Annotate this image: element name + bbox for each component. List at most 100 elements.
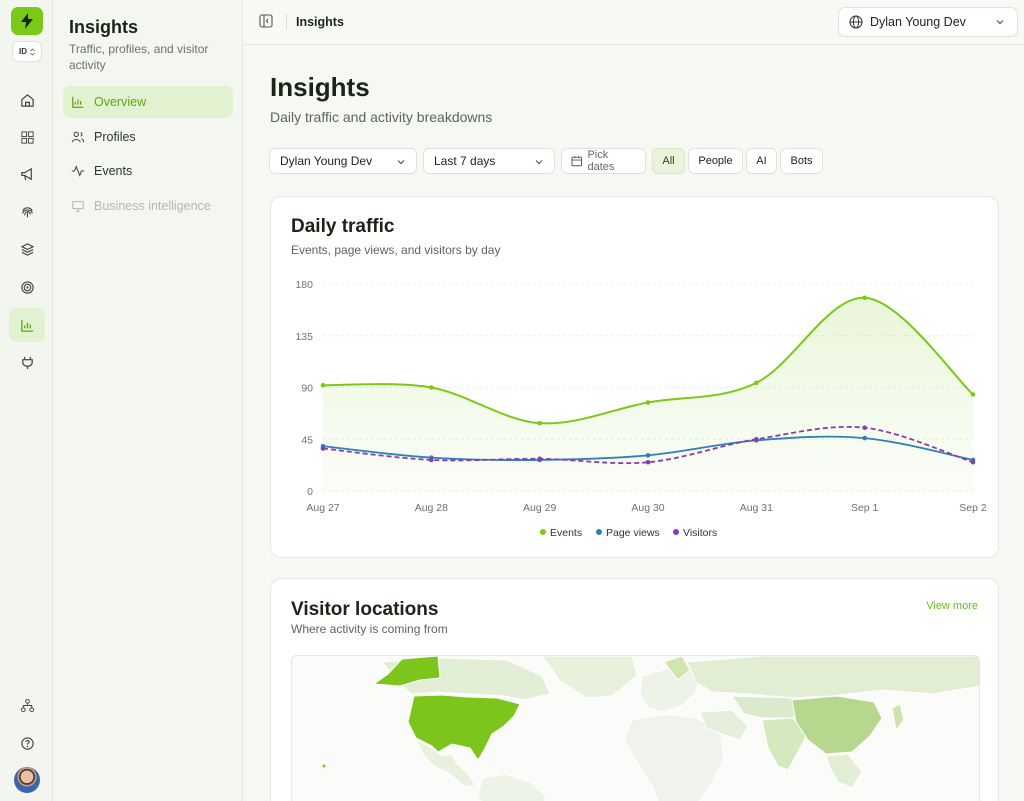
sidebar-item-label: Profiles bbox=[94, 130, 136, 144]
rail-layers[interactable] bbox=[9, 232, 45, 266]
sidebar-toggle-icon[interactable] bbox=[259, 14, 273, 28]
y-tick-label: 45 bbox=[301, 434, 313, 446]
home-icon bbox=[20, 93, 34, 107]
workspace-badge: ID bbox=[19, 47, 27, 56]
date-range-select[interactable]: Last 7 days bbox=[423, 148, 555, 174]
sidebar-title: Insights bbox=[69, 17, 139, 37]
segment-people[interactable]: People bbox=[688, 148, 743, 174]
legend-label: Page views bbox=[606, 527, 660, 539]
rail-home[interactable] bbox=[9, 83, 45, 117]
page-subtitle: Daily traffic and activity breakdowns bbox=[270, 109, 493, 125]
date-range-value: Last 7 days bbox=[434, 154, 496, 168]
insights-sidebar: Insights Traffic, profiles, and visitor … bbox=[53, 0, 243, 801]
map-region-greenland bbox=[541, 656, 638, 699]
y-tick-label: 0 bbox=[307, 486, 313, 498]
bar-chart-icon bbox=[72, 96, 84, 108]
org-chart-icon bbox=[20, 698, 34, 712]
plug-icon bbox=[21, 356, 33, 369]
map-region-russia bbox=[686, 656, 979, 699]
legend-label: Visitors bbox=[683, 527, 717, 539]
data-point bbox=[537, 420, 542, 426]
view-more-link[interactable]: View more bbox=[926, 600, 978, 612]
sidebar-item-events[interactable]: Events bbox=[63, 155, 233, 187]
layers-icon bbox=[20, 242, 34, 256]
megaphone-icon bbox=[20, 167, 32, 180]
data-point bbox=[970, 392, 976, 397]
data-point bbox=[429, 457, 434, 463]
world-map[interactable] bbox=[291, 655, 980, 801]
user-avatar[interactable] bbox=[14, 767, 40, 793]
legend-marker bbox=[596, 529, 602, 535]
y-tick-label: 180 bbox=[295, 279, 313, 291]
sidebar-item-label: Events bbox=[94, 164, 133, 178]
monitor-icon bbox=[72, 201, 84, 212]
workspace-switcher[interactable]: ID bbox=[12, 41, 42, 62]
rail-campaigns[interactable] bbox=[9, 157, 45, 191]
activity-icon bbox=[71, 165, 85, 177]
rail-help[interactable] bbox=[9, 726, 45, 760]
data-point bbox=[645, 400, 651, 405]
pick-dates-label: Pick dates bbox=[587, 149, 615, 173]
pick-dates-button[interactable]: Pick dates bbox=[561, 148, 646, 174]
data-point bbox=[645, 459, 651, 465]
rail-dashboards[interactable] bbox=[9, 120, 45, 154]
workspace-filter[interactable]: Dylan Young Dev bbox=[269, 148, 417, 174]
segment-label: People bbox=[698, 155, 733, 167]
icon-rail: ID bbox=[0, 0, 53, 801]
chevron-down-icon bbox=[996, 20, 1004, 25]
top-bar: Insights Dylan Young Dev bbox=[243, 0, 1024, 45]
y-tick-label: 135 bbox=[295, 331, 313, 343]
workspace-selector[interactable]: Dylan Young Dev bbox=[838, 7, 1018, 37]
data-point bbox=[754, 436, 759, 442]
segment-all[interactable]: All bbox=[652, 148, 685, 174]
calendar-icon bbox=[571, 156, 582, 167]
bolt-icon[interactable] bbox=[11, 7, 43, 35]
x-tick-label: Aug 27 bbox=[306, 502, 339, 514]
data-point bbox=[645, 453, 651, 458]
grid-icon bbox=[20, 130, 34, 144]
breadcrumb: Insights bbox=[296, 15, 344, 29]
data-point bbox=[862, 425, 867, 431]
workspace-name: Dylan Young Dev bbox=[870, 15, 966, 29]
updown-icon bbox=[30, 47, 35, 56]
x-tick-label: Sep 1 bbox=[851, 502, 879, 514]
sidebar-subtitle: Traffic, profiles, and visitor activity bbox=[69, 42, 209, 72]
sidebar-item-overview[interactable]: Overview bbox=[63, 86, 233, 118]
world-map-svg bbox=[322, 656, 979, 801]
globe-icon bbox=[849, 15, 863, 29]
sidebar-item-label: Business intelligence bbox=[94, 199, 211, 213]
sidebar-item-profiles[interactable]: Profiles bbox=[63, 121, 233, 153]
sidebar-item-label: Overview bbox=[94, 95, 147, 109]
data-point bbox=[970, 459, 976, 465]
segment-ai[interactable]: AI bbox=[746, 148, 777, 174]
card-subtitle: Where activity is coming from bbox=[291, 622, 448, 636]
users-icon bbox=[71, 131, 85, 143]
map-region-hawaii bbox=[322, 764, 326, 768]
legend-marker bbox=[540, 529, 546, 535]
card-title: Visitor locations bbox=[291, 599, 439, 620]
segment-bots[interactable]: Bots bbox=[780, 148, 823, 174]
x-tick-label: Aug 30 bbox=[631, 502, 664, 514]
data-point bbox=[320, 382, 326, 388]
chevron-down-icon bbox=[397, 160, 405, 165]
daily-traffic-chart: 0 45 90 135 180 Aug 27 Aug 28 Aug 29 Aug 30 Aug 3… bbox=[295, 279, 986, 539]
rail-goals[interactable] bbox=[9, 270, 45, 304]
segment-label: All bbox=[662, 155, 675, 167]
fingerprint-icon bbox=[21, 206, 33, 217]
rail-insights[interactable] bbox=[9, 308, 45, 342]
workspace-filter-value: Dylan Young Dev bbox=[280, 154, 373, 168]
sidebar-item-business-intelligence: Business intelligence bbox=[63, 190, 233, 222]
rail-integrations[interactable] bbox=[9, 345, 45, 379]
segment-label: Bots bbox=[790, 155, 813, 167]
rail-organization[interactable] bbox=[9, 688, 45, 722]
x-tick-label: Aug 31 bbox=[740, 502, 773, 514]
data-point bbox=[862, 295, 867, 301]
map-region-south-america bbox=[477, 773, 547, 801]
visitor-locations-card: Visitor locations Where activity is comi… bbox=[270, 578, 999, 801]
divider bbox=[286, 14, 287, 30]
data-point bbox=[429, 385, 434, 390]
x-tick-label: Aug 28 bbox=[415, 502, 448, 514]
rail-identity[interactable] bbox=[9, 195, 45, 229]
data-point bbox=[537, 456, 542, 462]
map-region-china bbox=[791, 695, 883, 755]
